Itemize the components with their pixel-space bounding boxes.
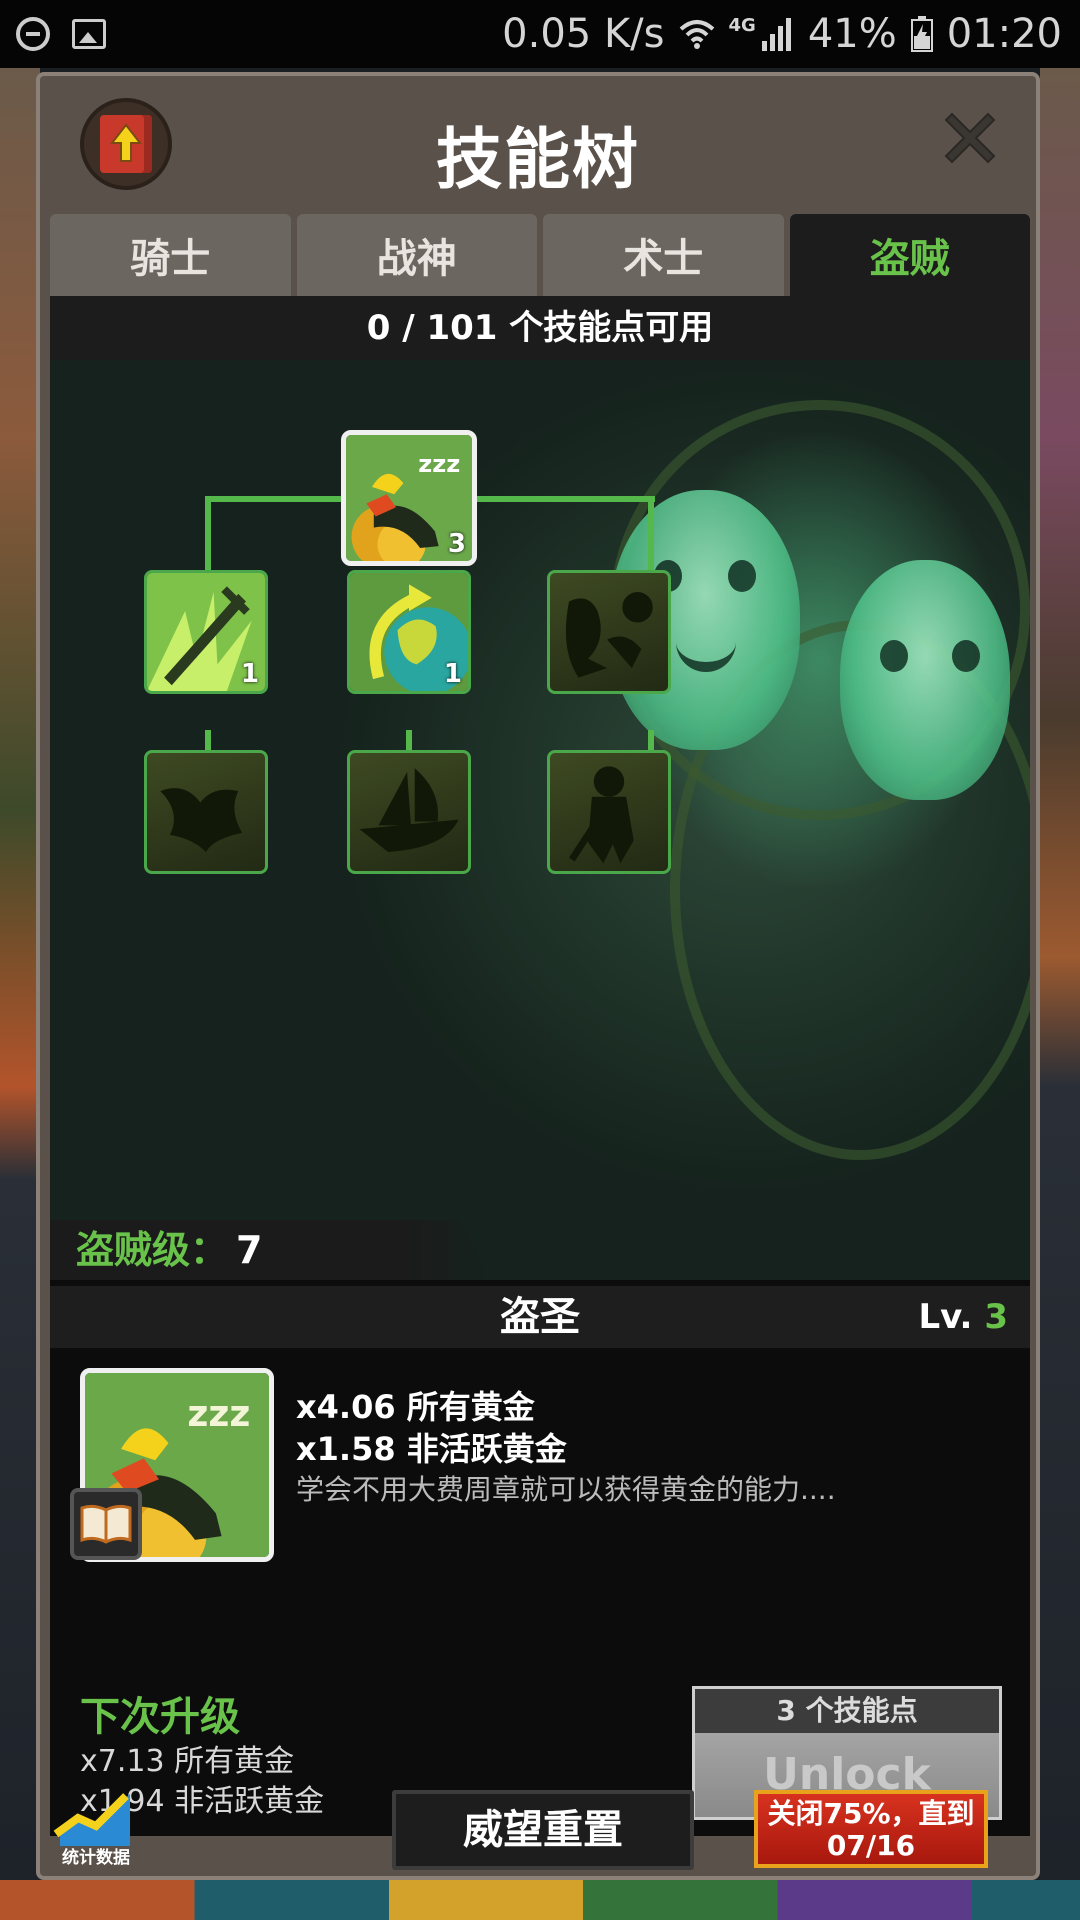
next-upgrade-title: 下次升级 xyxy=(80,1694,240,1740)
tree-connector xyxy=(648,496,654,576)
image-notification-icon xyxy=(72,19,106,49)
skill-name: 盗圣 xyxy=(500,1294,580,1340)
shadow-beast-icon xyxy=(565,592,653,678)
skill-detail-header: 盗圣 Lv. 3 xyxy=(50,1286,1030,1348)
close-button[interactable] xyxy=(938,106,1002,170)
network-speed: 0.05 K/s xyxy=(502,11,665,57)
do-not-disturb-icon xyxy=(16,17,50,51)
skill-level-value: 3 xyxy=(984,1297,1008,1337)
prestige-reset-button[interactable]: 威望重置 xyxy=(392,1790,694,1870)
skill-node-thief-saint[interactable]: zzz 3 xyxy=(341,430,477,566)
shadow-warrior-icon xyxy=(569,766,634,864)
class-level-banner: 盗贼级： 7 xyxy=(50,1220,490,1280)
background-game-right xyxy=(1040,68,1080,1920)
sale-banner-button[interactable]: 关闭75%，直到 07/16 xyxy=(754,1790,988,1868)
skill-stat: x1.58 非活跃黄金 xyxy=(296,1430,567,1468)
class-level-label: 盗贼级： xyxy=(76,1228,229,1272)
skill-node-level: 1 xyxy=(240,659,259,689)
status-bar: 0.05 K/s 4G 41% 01:20 xyxy=(0,0,1080,68)
signal-icon xyxy=(760,17,794,51)
shadow-ship-icon xyxy=(359,768,459,852)
svg-text:zzz: zzz xyxy=(418,450,460,478)
panel-title: 技能树 xyxy=(436,121,640,198)
skill-node-shadow-beast[interactable] xyxy=(547,570,671,694)
network-type: 4G xyxy=(728,14,756,36)
skill-info-book-button[interactable] xyxy=(70,1488,142,1560)
next-upgrade-stat: x7.13 所有黄金 xyxy=(80,1744,295,1779)
open-book-icon xyxy=(80,1504,132,1544)
tree-connector xyxy=(205,496,211,576)
tab-rogue[interactable]: 盗贼 xyxy=(789,214,1030,296)
skill-stat: x4.06 所有黄金 xyxy=(296,1388,535,1426)
tab-sorcerer[interactable]: 术士 xyxy=(543,214,784,296)
skill-level-label: Lv. xyxy=(918,1297,973,1337)
skill-node-shadow-bird[interactable] xyxy=(144,750,268,874)
skill-tree-panel: 技能树 骑士 战神 术士 盗贼 0 / 101 个技能点可用 zzz 3 1 1… xyxy=(36,72,1040,1880)
skill-points-available: 0 / 101 个技能点可用 xyxy=(50,296,1030,360)
class-tabs: 骑士 战神 术士 盗贼 xyxy=(50,214,1030,296)
skill-level: Lv. 3 xyxy=(919,1286,1009,1348)
sale-line2: 07/16 xyxy=(826,1829,916,1862)
tab-knight[interactable]: 骑士 xyxy=(50,214,291,296)
clock: 01:20 xyxy=(946,11,1062,57)
unlock-cost: 3 个技能点 xyxy=(695,1689,999,1733)
close-icon xyxy=(944,112,996,164)
wifi-icon xyxy=(679,19,715,49)
skill-stats: x4.06 所有黄金 x1.58 非活跃黄金 学会不用大费周章就可以获得黄金的能… xyxy=(296,1386,836,1510)
tab-warlord[interactable]: 战神 xyxy=(296,214,537,296)
statistics-label: 统计数据 xyxy=(62,1848,130,1868)
skill-node-blade[interactable]: 1 xyxy=(144,570,268,694)
stats-chart-icon xyxy=(53,1793,130,1846)
skill-node-globe[interactable]: 1 xyxy=(347,570,471,694)
skill-node-shadow-warrior[interactable] xyxy=(547,750,671,874)
battery-icon xyxy=(910,16,933,52)
skill-description: 学会不用大费周章就可以获得黄金的能力.... xyxy=(296,1473,836,1506)
background-game-left xyxy=(0,68,40,1920)
skill-node-shadow-ship[interactable] xyxy=(347,750,471,874)
class-level-value: 7 xyxy=(236,1228,263,1272)
tab-content: 0 / 101 个技能点可用 zzz 3 1 1 盗贼级： 7 盗圣 Lv. 3… xyxy=(50,296,1030,1836)
background-mask xyxy=(840,560,1010,800)
sale-line1: 关闭75%，直到 xyxy=(767,1797,975,1830)
statistics-button[interactable]: 统计数据 xyxy=(50,1790,142,1868)
skill-tree-area: zzz 3 1 1 盗贼级： 7 xyxy=(50,360,1030,1280)
shadow-bird-icon xyxy=(160,788,243,852)
battery-percent: 41% xyxy=(807,11,897,57)
skill-node-level: 3 xyxy=(447,529,466,559)
svg-text:zzz: zzz xyxy=(187,1394,250,1435)
skill-node-level: 1 xyxy=(443,659,462,689)
background-game-bottom xyxy=(0,1880,1080,1920)
